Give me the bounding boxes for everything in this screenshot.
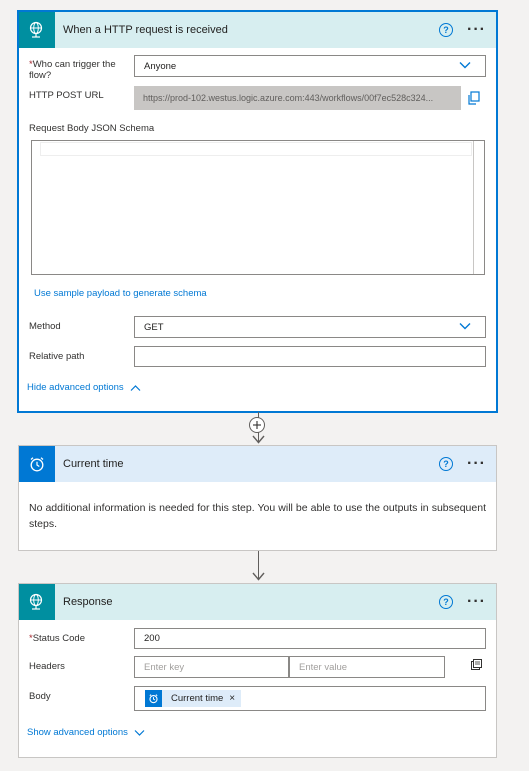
- hide-advanced-options-toggle[interactable]: Hide advanced options: [27, 382, 141, 393]
- more-options-icon[interactable]: ···: [467, 594, 486, 610]
- alarm-clock-icon: [145, 690, 162, 707]
- status-code-input[interactable]: 200: [134, 628, 486, 649]
- method-label: Method: [29, 321, 61, 332]
- show-advanced-options-label: Show advanced options: [27, 727, 128, 738]
- who-can-trigger-label: *Who can trigger the flow?: [29, 59, 116, 81]
- editor-current-line: [40, 142, 472, 156]
- method-value: GET: [144, 321, 164, 333]
- method-dropdown[interactable]: GET: [134, 316, 486, 338]
- http-post-url-field[interactable]: https://prod-102.westus.logic.azure.com:…: [134, 86, 461, 110]
- chevron-up-icon: [130, 384, 141, 391]
- response-card: Response ? ··· *Status Code 200 Headers …: [18, 583, 497, 758]
- arrow-down-icon: [252, 572, 265, 581]
- who-can-trigger-value: Anyone: [144, 60, 177, 72]
- response-header[interactable]: Response ? ···: [19, 584, 496, 620]
- chevron-down-icon: [459, 323, 471, 330]
- http-trigger-card: When a HTTP request is received ? ··· *W…: [18, 11, 497, 412]
- http-trigger-header[interactable]: When a HTTP request is received ? ···: [19, 12, 496, 48]
- body-label: Body: [29, 691, 51, 702]
- editor-scrollbar[interactable]: [473, 141, 484, 274]
- header-value-input[interactable]: Enter value: [289, 656, 445, 678]
- chevron-down-icon: [134, 729, 145, 736]
- remove-token-icon[interactable]: ×: [229, 693, 235, 704]
- chevron-down-icon: [459, 62, 471, 69]
- headers-label: Headers: [29, 661, 65, 672]
- more-options-icon[interactable]: ···: [467, 22, 486, 38]
- sample-payload-link[interactable]: Use sample payload to generate schema: [34, 288, 207, 299]
- relative-path-input[interactable]: [134, 346, 486, 367]
- http-post-url-label: HTTP POST URL: [29, 90, 104, 101]
- help-icon[interactable]: ?: [439, 23, 454, 37]
- globe-icon: [19, 12, 55, 48]
- globe-icon: [19, 584, 55, 620]
- help-icon[interactable]: ?: [439, 595, 454, 609]
- current-time-card: Current time ? ··· No additional informa…: [18, 445, 497, 551]
- current-time-info-text: No additional information is needed for …: [29, 502, 486, 530]
- current-time-token[interactable]: Current time ×: [145, 690, 242, 707]
- request-body-schema-editor[interactable]: [31, 140, 485, 275]
- more-options-icon[interactable]: ···: [467, 456, 486, 472]
- copy-icon[interactable]: [467, 91, 481, 105]
- plus-icon: [253, 421, 261, 429]
- body-input[interactable]: Current time ×: [134, 686, 486, 711]
- current-time-token-label: Current time: [171, 693, 224, 704]
- hide-advanced-options-label: Hide advanced options: [27, 382, 124, 393]
- show-advanced-options-toggle[interactable]: Show advanced options: [27, 727, 145, 738]
- request-body-schema-label: Request Body JSON Schema: [29, 123, 155, 134]
- help-icon[interactable]: ?: [439, 457, 454, 471]
- alarm-clock-icon: [19, 446, 55, 482]
- http-trigger-title: When a HTTP request is received: [63, 24, 228, 36]
- who-can-trigger-dropdown[interactable]: Anyone: [134, 55, 486, 77]
- status-code-label: *Status Code: [29, 633, 85, 644]
- status-code-value: 200: [144, 633, 160, 644]
- http-post-url-value: https://prod-102.westus.logic.azure.com:…: [143, 93, 434, 103]
- header-key-input[interactable]: Enter key: [134, 656, 289, 678]
- current-time-title: Current time: [63, 458, 124, 470]
- insert-step-button[interactable]: [249, 417, 265, 433]
- response-title: Response: [63, 596, 113, 608]
- switch-to-text-mode-icon[interactable]: [470, 659, 482, 671]
- relative-path-label: Relative path: [29, 351, 85, 362]
- arrow-down-icon: [252, 435, 265, 444]
- current-time-header[interactable]: Current time ? ···: [19, 446, 496, 482]
